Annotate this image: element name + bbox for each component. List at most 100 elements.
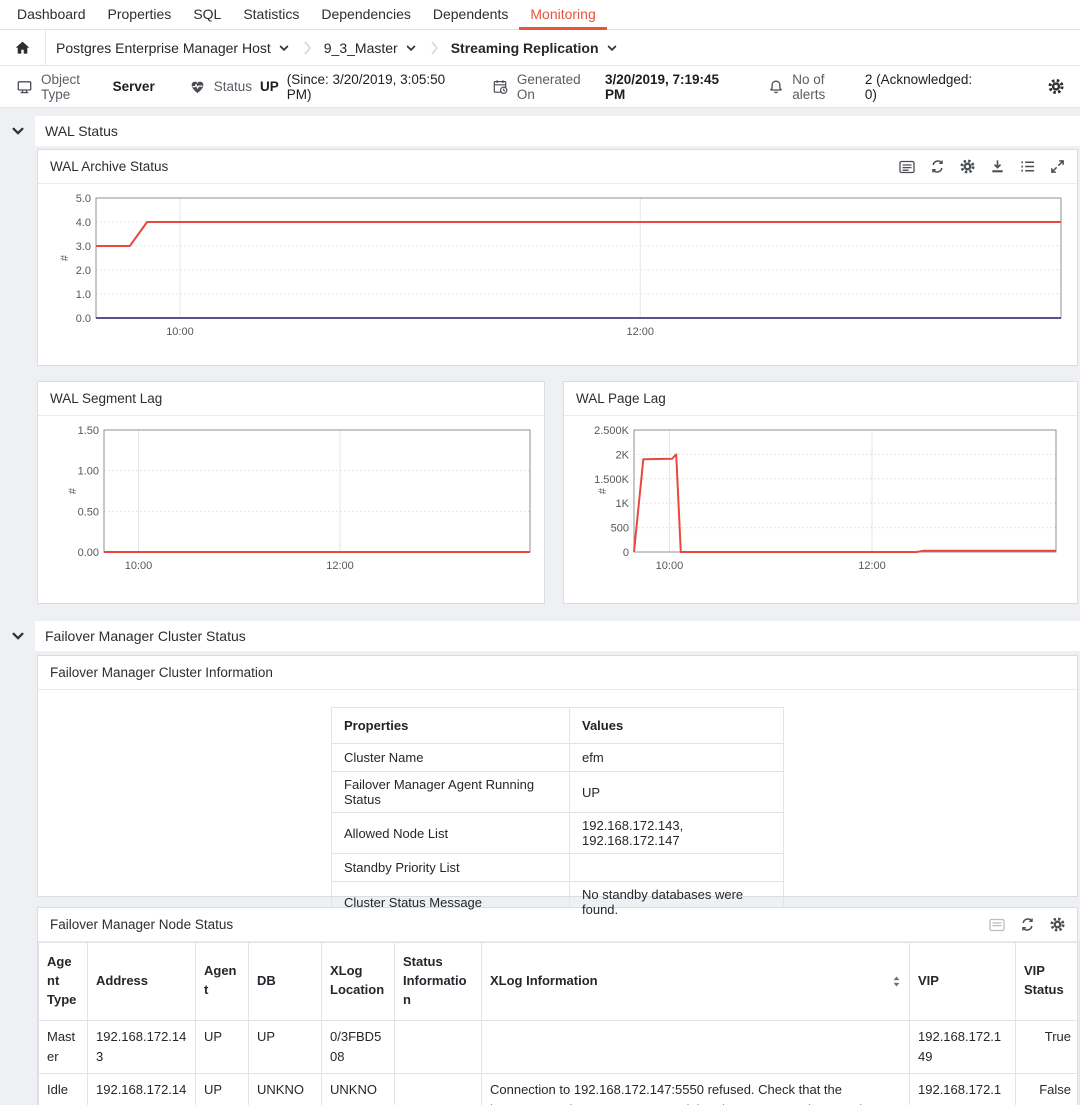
cell-vip-status: False (1016, 1073, 1080, 1105)
refresh-icon[interactable] (1020, 917, 1035, 932)
breadcrumb-host-label: Postgres Enterprise Manager Host (56, 40, 271, 56)
object-type-value: Server (113, 79, 155, 94)
cell-agent-type: Idle (39, 1073, 88, 1105)
legend-icon[interactable] (899, 160, 915, 174)
column-header-db: DB (249, 943, 322, 1021)
breadcrumb: Postgres Enterprise Manager Host 9_3_Mas… (0, 30, 1080, 66)
cell-db: UNKNOWN (249, 1073, 322, 1105)
panel-title: WAL Page Lag (576, 391, 666, 406)
tab-sql[interactable]: SQL (182, 0, 232, 30)
expand-icon[interactable] (1050, 159, 1065, 174)
monitor-icon (16, 79, 33, 95)
alerts-value: 2 (Acknowledged: 0) (865, 72, 980, 102)
breadcrumb-item-server[interactable]: 9_3_Master (314, 40, 427, 56)
heart-pulse-icon (189, 79, 206, 95)
svg-text:10:00: 10:00 (656, 560, 684, 572)
svg-text:1.50: 1.50 (78, 425, 99, 437)
column-header-xlog-location: XLog Location (322, 943, 395, 1021)
table-header-row: Agent Type Address Agent DB XLog Locatio… (39, 943, 1080, 1021)
value-cell: UP (570, 772, 784, 813)
gear-icon[interactable] (960, 159, 975, 174)
tab-monitoring[interactable]: Monitoring (519, 0, 606, 30)
column-header-xlog-information[interactable]: XLog Information (482, 943, 910, 1021)
svg-text:0.0: 0.0 (76, 313, 91, 325)
download-icon[interactable] (990, 159, 1005, 174)
table-row-idle: Idle 192.168.172.147 UP UNKNOWN UNKNOWN … (39, 1073, 1080, 1105)
svg-text:4.0: 4.0 (76, 217, 91, 229)
list-icon[interactable] (1020, 159, 1035, 174)
legend-icon (989, 918, 1005, 932)
column-header-agent-type: Agent Type (39, 943, 88, 1021)
breadcrumb-server-label: 9_3_Master (324, 40, 398, 56)
column-header-address: Address (88, 943, 196, 1021)
svg-text:12:00: 12:00 (626, 326, 654, 338)
svg-text:5.0: 5.0 (76, 193, 91, 205)
wal-page-lag-chart: 05001K1.500K2K2.500K10:0012:00# (572, 422, 1066, 580)
cell-db: UP (249, 1020, 322, 1073)
section-failover-cluster-status: Failover Manager Cluster Status (0, 621, 1080, 651)
tab-dependencies[interactable]: Dependencies (310, 0, 422, 30)
tab-statistics[interactable]: Statistics (232, 0, 310, 30)
section-collapse-icon[interactable] (11, 124, 25, 138)
column-header-agent: Agent (196, 943, 249, 1021)
value-cell (570, 854, 784, 882)
status-bar: Object Type Server Status UP (Since: 3/2… (0, 66, 1080, 108)
chevron-down-icon (606, 42, 618, 54)
svg-text:1.0: 1.0 (76, 289, 91, 301)
object-type-item: Object Type Server (16, 72, 155, 102)
column-header: Values (570, 708, 784, 744)
xlog-information-label: XLog Information (490, 972, 598, 991)
svg-text:#: # (59, 254, 71, 261)
section-collapse-icon[interactable] (11, 629, 25, 643)
svg-text:#: # (597, 487, 609, 494)
generated-label: Generated On (517, 72, 597, 102)
status-item: Status UP (Since: 3/20/2019, 3:05:50 PM) (189, 72, 458, 102)
property-cell: Failover Manager Agent Running Status (332, 772, 570, 813)
chevron-right-icon (301, 39, 313, 57)
property-cell: Cluster Name (332, 744, 570, 772)
cell-status-information (395, 1073, 482, 1105)
cell-xlog-location: 0/3FBD508 (322, 1020, 395, 1073)
bell-icon (768, 79, 784, 95)
table-row: Failover Manager Agent Running Status UP (332, 772, 784, 813)
svg-text:500: 500 (611, 523, 629, 535)
svg-text:12:00: 12:00 (326, 560, 354, 572)
panel-title: WAL Segment Lag (50, 391, 162, 406)
status-label: Status (214, 79, 252, 94)
value-cell: 192.168.172.143, 192.168.172.147 (570, 813, 784, 854)
table-row: Cluster Name efm (332, 744, 784, 772)
home-icon[interactable] (0, 30, 46, 65)
generated-value: 3/20/2019, 7:19:45 PM (605, 72, 734, 102)
panel-title: Failover Manager Node Status (50, 917, 233, 932)
settings-gear-icon[interactable] (1048, 78, 1064, 95)
svg-text:3.0: 3.0 (76, 241, 91, 253)
refresh-icon[interactable] (930, 159, 945, 174)
section-wal-status: WAL Status (0, 116, 1080, 146)
cell-address: 192.168.172.147 (88, 1073, 196, 1105)
tab-dependents[interactable]: Dependents (422, 0, 520, 30)
cluster-info-table: Properties Values Cluster Name efm Failo… (331, 707, 784, 923)
tab-dashboard[interactable]: Dashboard (6, 0, 97, 30)
chevron-down-icon (278, 42, 290, 54)
svg-text:0: 0 (623, 547, 629, 559)
svg-text:0.50: 0.50 (78, 506, 99, 518)
tab-bar: Dashboard Properties SQL Statistics Depe… (0, 0, 1080, 30)
svg-text:1.00: 1.00 (78, 466, 99, 478)
cell-address: 192.168.172.143 (88, 1020, 196, 1073)
panel-wal-page-lag: WAL Page Lag 05001K1.500K2K2.500K10:0012… (563, 381, 1078, 604)
svg-text:2.0: 2.0 (76, 265, 91, 277)
panel-title: WAL Archive Status (50, 159, 168, 174)
breadcrumb-dashboard-label: Streaming Replication (451, 40, 599, 56)
cell-vip-status: True (1016, 1020, 1080, 1073)
sort-icon[interactable] (892, 975, 901, 988)
wal-archive-status-chart: 0.01.02.03.04.05.010:0012:00# (46, 190, 1071, 342)
panel-title: Failover Manager Cluster Information (50, 665, 273, 680)
breadcrumb-item-host[interactable]: Postgres Enterprise Manager Host (46, 40, 300, 56)
tab-properties[interactable]: Properties (97, 0, 183, 30)
column-header-vip: VIP (910, 943, 1016, 1021)
dashboard-content: WAL Status WAL Archive Status 0.0 1.0 2.0 3… (0, 108, 1080, 1105)
table-row: Allowed Node List 192.168.172.143, 192.1… (332, 813, 784, 854)
gear-icon[interactable] (1050, 917, 1065, 932)
breadcrumb-item-dashboard[interactable]: Streaming Replication (441, 40, 628, 56)
cell-agent: UP (196, 1073, 249, 1105)
